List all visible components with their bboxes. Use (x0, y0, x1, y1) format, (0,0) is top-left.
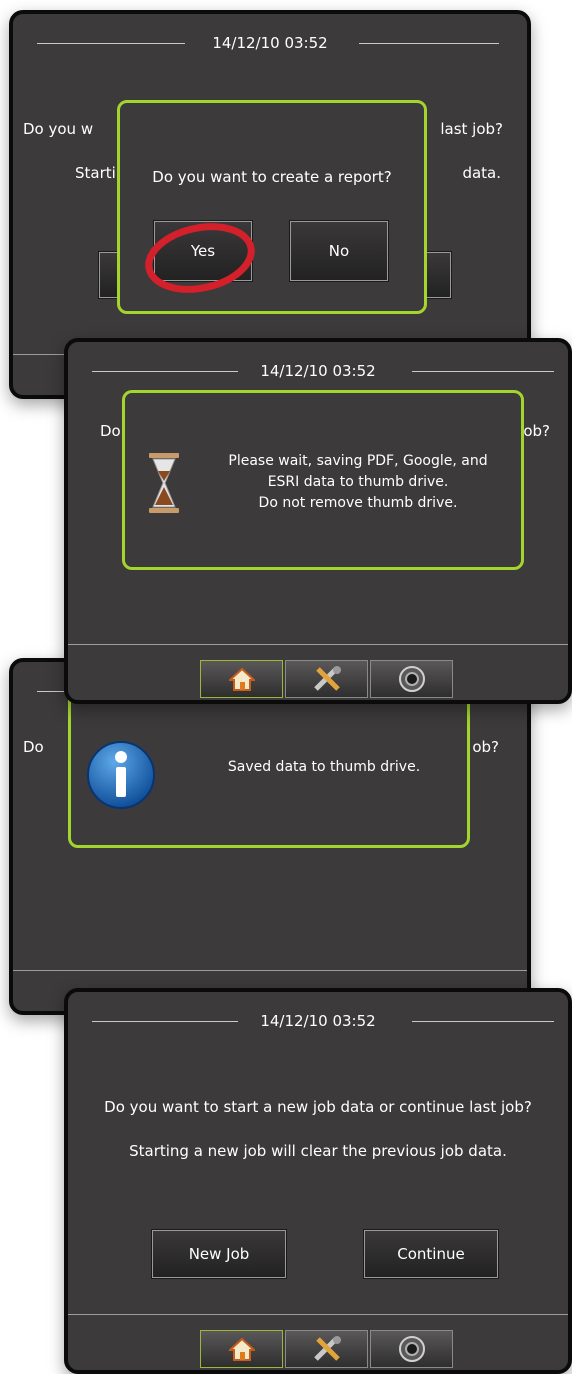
no-button[interactable]: No (290, 221, 388, 281)
bg-question-left: Do you w (23, 120, 94, 138)
home-icon (228, 1337, 255, 1361)
nav-home-button[interactable] (200, 1330, 283, 1368)
info-icon (87, 741, 155, 809)
timestamp: 14/12/10 03:52 (260, 1012, 376, 1030)
timestamp-bar-4: 14/12/10 03:52 (68, 1006, 568, 1036)
saved-message: Saved data to thumb drive. (227, 759, 421, 775)
nav-camera-button[interactable] (370, 660, 453, 698)
dialog-question: Do you want to create a report? (152, 168, 392, 186)
timestamp-bar: 14/12/10 03:52 (13, 28, 527, 58)
nav-tools-button[interactable] (285, 1330, 368, 1368)
nav-home-button[interactable] (200, 660, 283, 698)
nav-camera-button[interactable] (370, 1330, 453, 1368)
footer-divider (68, 644, 568, 645)
bg-question-right: ob? (472, 738, 499, 756)
camera-icon (398, 666, 425, 692)
nav-tools-button[interactable] (285, 660, 368, 698)
timestamp-bar-2: 14/12/10 03:52 (68, 356, 568, 386)
timestamp: 14/12/10 03:52 (212, 34, 328, 52)
saving-line-2: ESRI data to thumb drive. (267, 474, 449, 490)
screen-new-job: 14/12/10 03:52 Do you want to start a ne… (64, 988, 572, 1374)
bg-question-right: last job? (440, 120, 503, 138)
tools-icon (313, 1336, 341, 1361)
tools-icon (313, 666, 341, 691)
bg-question-left: Do (100, 422, 121, 440)
bg-question-left: Do (23, 738, 44, 756)
bg-info-right: data. (462, 164, 501, 182)
new-job-question: Do you want to start a new job data or c… (104, 1098, 532, 1116)
saving-line-1: Please wait, saving PDF, Google, and (228, 453, 488, 469)
continue-button[interactable]: Continue (364, 1230, 498, 1278)
nav-bar (200, 660, 453, 698)
hourglass-icon (149, 453, 179, 513)
home-icon (228, 667, 255, 691)
saved-dialog: Saved data to thumb drive. (68, 680, 470, 848)
saving-dialog: Please wait, saving PDF, Google, and ESR… (122, 390, 524, 570)
footer-divider (13, 970, 527, 971)
new-job-info: Starting a new job will clear the previo… (129, 1142, 507, 1160)
saving-line-3: Do not remove thumb drive. (258, 495, 458, 511)
new-job-button[interactable]: New Job (152, 1230, 286, 1278)
camera-icon (398, 1336, 425, 1362)
footer-divider (68, 1314, 568, 1315)
timestamp: 14/12/10 03:52 (260, 362, 376, 380)
bg-info-left: Starti (75, 164, 116, 182)
bg-question-right: ob? (523, 422, 550, 440)
highlight-circle (145, 223, 255, 293)
nav-bar (200, 1330, 453, 1368)
